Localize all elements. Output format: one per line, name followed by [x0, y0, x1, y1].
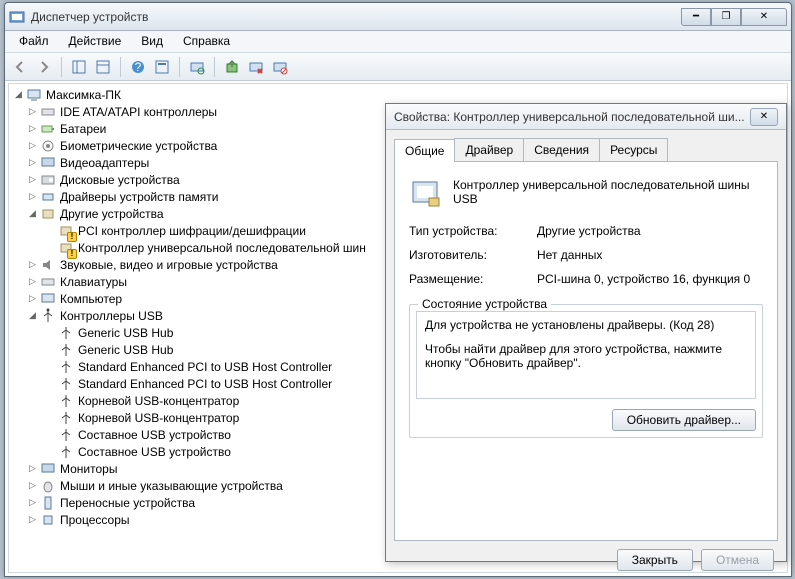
- collapse-icon[interactable]: ◢: [27, 310, 38, 321]
- forward-button[interactable]: [33, 56, 55, 78]
- dialog-titlebar: Свойства: Контроллер универсальной после…: [386, 104, 786, 130]
- other-devices-icon: [40, 206, 56, 222]
- device-name-label: Контроллер универсальной последовательно…: [453, 176, 763, 208]
- type-label: Тип устройства:: [409, 224, 529, 238]
- device-status-group: Состояние устройства Для устройства не у…: [409, 304, 763, 438]
- tab-resources[interactable]: Ресурсы: [599, 138, 668, 161]
- biometric-icon: [40, 138, 56, 154]
- usb-controller-icon: [40, 308, 56, 324]
- monitor-icon: [40, 461, 56, 477]
- usb-icon: [58, 427, 74, 443]
- uninstall-button[interactable]: [245, 56, 267, 78]
- device-large-icon: [409, 176, 441, 208]
- tab-details[interactable]: Сведения: [523, 138, 600, 161]
- titlebar-text: Диспетчер устройств: [31, 10, 681, 24]
- scan-hardware-button[interactable]: [186, 56, 208, 78]
- unknown-device-icon: !: [58, 223, 74, 239]
- status-line2: Чтобы найти драйвер для этого устройства…: [425, 342, 747, 370]
- tab-driver[interactable]: Драйвер: [454, 138, 524, 161]
- toolbar: ?: [5, 53, 791, 81]
- usb-icon: [58, 325, 74, 341]
- tab-panel-general: Контроллер универсальной последовательно…: [394, 161, 778, 541]
- menubar: Файл Действие Вид Справка: [5, 31, 791, 53]
- memory-icon: [40, 189, 56, 205]
- expand-icon[interactable]: ▷: [27, 191, 38, 202]
- usb-icon: [58, 359, 74, 375]
- toolbar-props-icon[interactable]: [151, 56, 173, 78]
- pc-icon: [40, 291, 56, 307]
- cpu-icon: [40, 512, 56, 528]
- dialog-title-text: Свойства: Контроллер универсальной после…: [394, 110, 750, 124]
- properties-button[interactable]: [92, 56, 114, 78]
- expand-icon[interactable]: ▷: [27, 463, 38, 474]
- status-textbox[interactable]: Для устройства не установлены драйверы. …: [416, 311, 756, 399]
- properties-dialog: Свойства: Контроллер универсальной после…: [385, 103, 787, 562]
- usb-icon: [58, 444, 74, 460]
- portable-icon: [40, 495, 56, 511]
- usb-icon: [58, 342, 74, 358]
- expand-icon[interactable]: ▷: [27, 140, 38, 151]
- usb-icon: [58, 376, 74, 392]
- usb-icon: [58, 410, 74, 426]
- back-button[interactable]: [9, 56, 31, 78]
- menu-action[interactable]: Действие: [59, 31, 132, 52]
- dialog-close-action-button[interactable]: Закрыть: [617, 549, 693, 571]
- keyboard-icon: [40, 274, 56, 290]
- expand-icon[interactable]: ▷: [27, 123, 38, 134]
- expand-icon[interactable]: ▷: [27, 157, 38, 168]
- ide-icon: [40, 104, 56, 120]
- expand-icon[interactable]: ▷: [27, 293, 38, 304]
- tree-root[interactable]: ◢Максимка-ПК: [9, 86, 787, 103]
- minimize-button[interactable]: ━: [681, 8, 711, 26]
- tab-general[interactable]: Общие: [394, 139, 455, 162]
- expand-icon[interactable]: ▷: [27, 514, 38, 525]
- update-driver-button[interactable]: Обновить драйвер...: [612, 409, 756, 431]
- battery-icon: [40, 121, 56, 137]
- usb-icon: [58, 393, 74, 409]
- disk-icon: [40, 172, 56, 188]
- expand-icon[interactable]: ▷: [27, 497, 38, 508]
- status-line1: Для устройства не установлены драйверы. …: [425, 318, 747, 332]
- menu-help[interactable]: Справка: [173, 31, 240, 52]
- collapse-icon[interactable]: ◢: [27, 208, 38, 219]
- menu-view[interactable]: Вид: [131, 31, 173, 52]
- dialog-cancel-button[interactable]: Отмена: [701, 549, 774, 571]
- expand-icon[interactable]: ▷: [27, 276, 38, 287]
- mfr-value: Нет данных: [537, 248, 763, 262]
- menu-file[interactable]: Файл: [9, 31, 59, 52]
- type-value: Другие устройства: [537, 224, 763, 238]
- svg-text:?: ?: [135, 60, 142, 74]
- collapse-icon[interactable]: ◢: [13, 89, 24, 100]
- expand-icon[interactable]: ▷: [27, 106, 38, 117]
- maximize-button[interactable]: ❐: [711, 8, 741, 26]
- dialog-close-button[interactable]: ✕: [750, 108, 778, 126]
- loc-label: Размещение:: [409, 272, 529, 286]
- display-icon: [40, 155, 56, 171]
- tabstrip: Общие Драйвер Сведения Ресурсы: [386, 130, 786, 161]
- help-button[interactable]: ?: [127, 56, 149, 78]
- disable-button[interactable]: [269, 56, 291, 78]
- computer-icon: [26, 87, 42, 103]
- expand-icon[interactable]: ▷: [27, 480, 38, 491]
- warning-overlay-icon: !: [67, 249, 77, 259]
- status-legend: Состояние устройства: [418, 297, 551, 311]
- expand-icon[interactable]: ▷: [27, 259, 38, 270]
- close-button[interactable]: ✕: [741, 8, 787, 26]
- mfr-label: Изготовитель:: [409, 248, 529, 262]
- sound-icon: [40, 257, 56, 273]
- app-icon: [9, 9, 25, 25]
- mouse-icon: [40, 478, 56, 494]
- show-hide-tree-button[interactable]: [68, 56, 90, 78]
- loc-value: PCI-шина 0, устройство 16, функция 0: [537, 272, 763, 286]
- unknown-device-icon: !: [58, 240, 74, 256]
- expand-icon[interactable]: ▷: [27, 174, 38, 185]
- update-driver-button[interactable]: [221, 56, 243, 78]
- titlebar: Диспетчер устройств ━ ❐ ✕: [5, 3, 791, 31]
